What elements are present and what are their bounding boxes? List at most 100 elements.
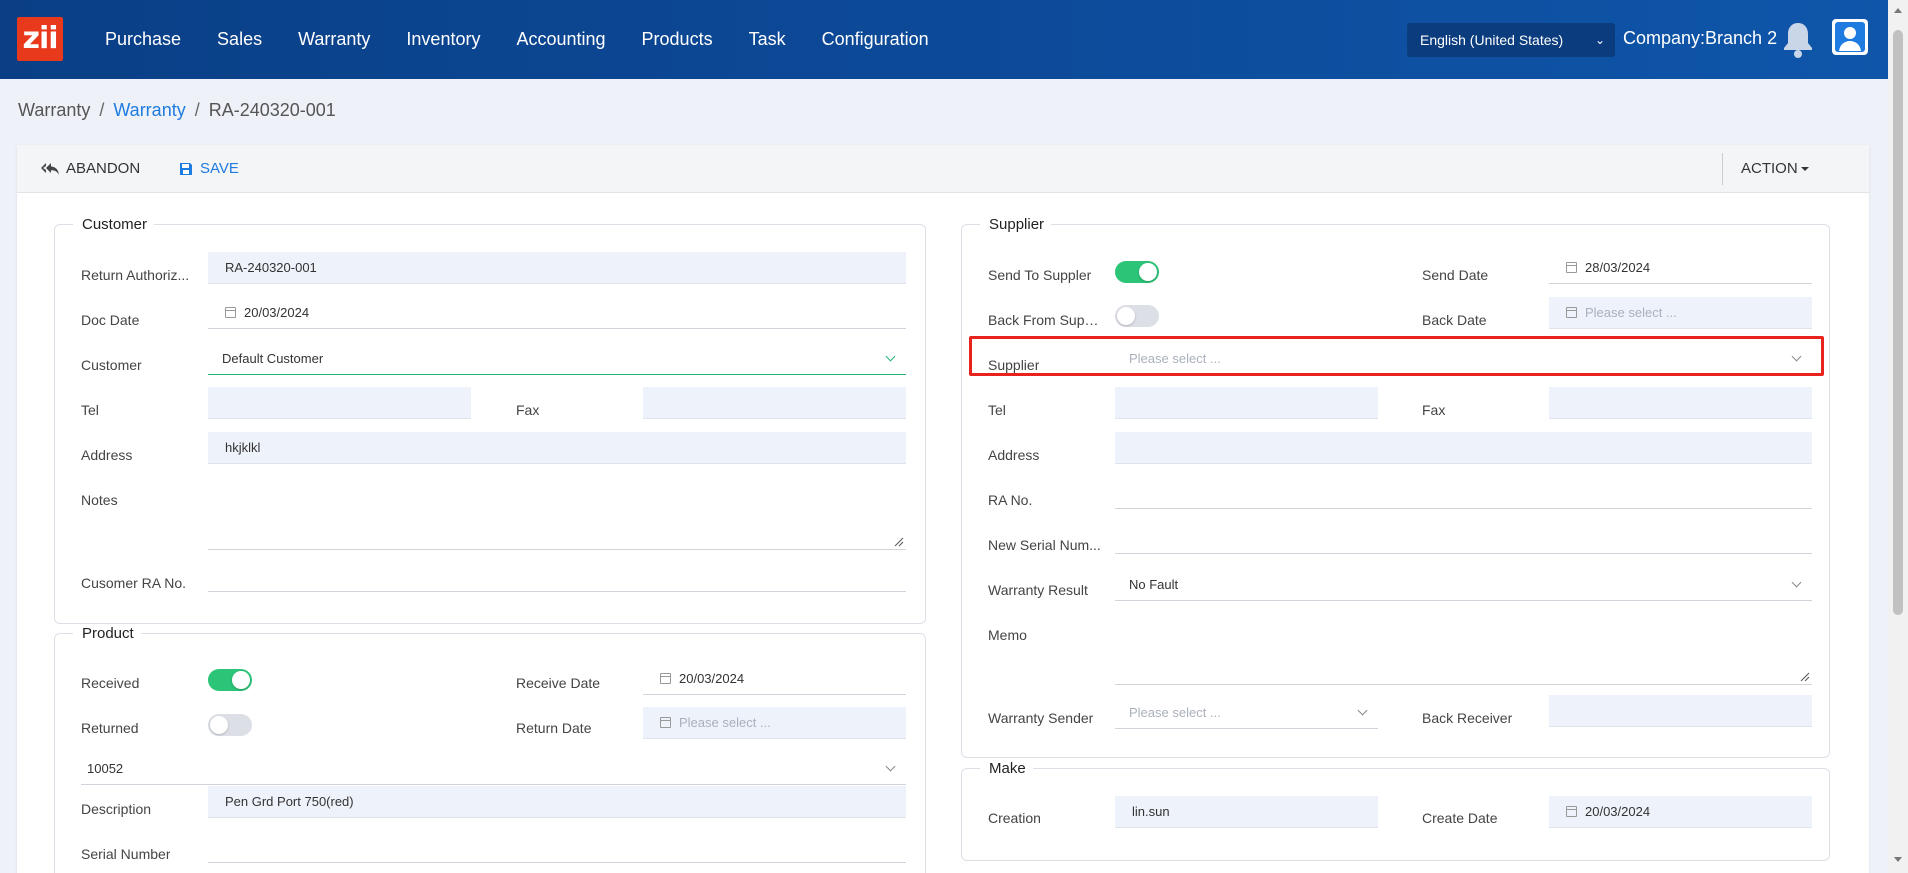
supplier-fax-label: Fax [1422,402,1446,418]
return-auth-value: RA-240320-001 [225,260,317,275]
description-field: Pen Grd Port 750(red) [208,786,906,818]
warranty-sender-select[interactable]: Please select ... [1115,697,1378,729]
nav-configuration[interactable]: Configuration [822,29,929,50]
save-label: SAVE [200,160,239,177]
supplier-placeholder: Please select ... [1129,351,1221,366]
doc-date-field[interactable]: 20/03/2024 [208,297,906,329]
save-button[interactable]: SAVE [179,145,239,193]
language-select[interactable]: English (United States) ⌄ [1407,23,1615,57]
customer-section-title: Customer [73,216,155,233]
chevron-down-icon [885,761,896,772]
ra-no-input[interactable] [1115,477,1812,509]
supplier-address-input[interactable] [1115,432,1812,464]
company-label: Company:Branch 2 [1623,28,1778,48]
supplier-section-title: Supplier [980,216,1052,233]
chevron-down-icon: ⌄ [1594,33,1605,47]
user-avatar[interactable] [1832,19,1868,55]
received-toggle[interactable] [208,669,252,691]
customer-label: Customer [81,357,142,373]
receive-date-field[interactable]: 20/03/2024 [643,663,906,695]
serial-number-input[interactable] [208,831,906,863]
memo-label: Memo [988,627,1027,643]
warranty-result-select[interactable]: No Fault [1115,569,1812,601]
customer-select[interactable]: Default Customer [208,343,906,375]
send-to-supplier-toggle[interactable] [1115,261,1159,283]
doc-date-value: 20/03/2024 [244,305,310,320]
customer-ra-label: Cusomer RA No. [81,575,187,591]
product-select[interactable]: 10052 [81,753,906,785]
back-from-supplier-toggle[interactable] [1115,305,1159,327]
back-from-supplier-label: Back From Supp... [988,312,1103,328]
nav-purchase[interactable]: Purchase [105,29,181,50]
action-dropdown[interactable]: ACTION [1722,153,1809,185]
scroll-down-arrow-icon[interactable] [1894,857,1902,862]
new-serial-input[interactable] [1115,522,1812,554]
return-date-field[interactable]: Please select ... [643,707,906,739]
notes-label: Notes [81,492,118,508]
supplier-fax-input[interactable] [1549,387,1812,419]
send-date-value: 28/03/2024 [1585,260,1651,275]
supplier-tel-input[interactable] [1115,387,1378,419]
returned-toggle[interactable] [208,714,252,736]
nav-sales[interactable]: Sales [217,29,262,50]
customer-tel-input[interactable] [208,387,471,419]
receive-date-label: Receive Date [516,675,601,691]
received-label: Received [81,675,140,691]
chevron-down-icon [1791,351,1802,362]
nav-inventory[interactable]: Inventory [406,29,480,50]
zii-logo[interactable]: zii [17,17,63,61]
main-nav: Purchase Sales Warranty Inventory Accoun… [105,0,965,79]
back-receiver-input[interactable] [1549,695,1812,727]
customer-value: Default Customer [222,351,324,366]
back-date-label: Back Date [1422,312,1487,328]
supplier-tel-label: Tel [988,402,1006,418]
abandon-label: ABANDON [66,160,141,177]
nav-products[interactable]: Products [642,29,713,50]
receive-date-value: 20/03/2024 [679,671,745,686]
send-date-label: Send Date [1422,267,1489,283]
resize-handle-icon[interactable] [1800,672,1810,682]
back-date-placeholder: Please select ... [1585,305,1677,320]
notes-textarea[interactable] [208,477,906,550]
back-date-field[interactable]: Please select ... [1549,297,1812,329]
calendar-icon [660,717,671,729]
breadcrumb-root: Warranty [18,100,91,120]
abandon-button[interactable]: ABANDON [41,145,140,193]
warranty-result-label: Warranty Result [988,582,1088,598]
action-label: ACTION [1741,160,1798,177]
supplier-select[interactable]: Please select ... [1115,343,1812,375]
scrollbar-thumb[interactable] [1893,30,1903,615]
breadcrumb-warranty-link[interactable]: Warranty [113,100,185,120]
customer-ra-input[interactable] [208,560,906,592]
supplier-label: Supplier [988,357,1040,373]
nav-warranty[interactable]: Warranty [298,29,370,50]
creation-field: lin.sun [1115,796,1378,828]
customer-address-input[interactable]: hkjklkl [208,432,906,464]
scroll-up-arrow-icon[interactable] [1894,8,1902,13]
send-date-field[interactable]: 28/03/2024 [1549,252,1812,284]
page-scrollbar[interactable] [1888,0,1908,873]
reply-all-icon [41,163,59,175]
warranty-sender-label: Warranty Sender [988,710,1094,726]
language-value: English (United States) [1420,32,1564,48]
doc-date-label: Doc Date [81,312,140,328]
resize-handle-icon[interactable] [894,537,904,547]
caret-down-icon [1800,167,1809,172]
nav-task[interactable]: Task [749,29,786,50]
breadcrumb-current: RA-240320-001 [208,100,336,120]
ra-no-label: RA No. [988,492,1033,508]
customer-tel-label: Tel [81,402,99,418]
calendar-icon [1566,262,1577,274]
returned-label: Returned [81,720,139,736]
customer-fax-input[interactable] [643,387,906,419]
bell-icon[interactable] [1780,19,1816,59]
memo-textarea[interactable] [1115,612,1812,685]
nav-accounting[interactable]: Accounting [516,29,605,50]
creation-value: lin.sun [1132,804,1170,819]
calendar-icon [1566,806,1577,818]
return-auth-field: RA-240320-001 [208,252,906,284]
serial-number-label: Serial Number [81,846,171,862]
return-auth-label: Return Authoriz... [81,267,190,283]
create-date-label: Create Date [1422,810,1498,826]
description-value: Pen Grd Port 750(red) [225,794,354,809]
